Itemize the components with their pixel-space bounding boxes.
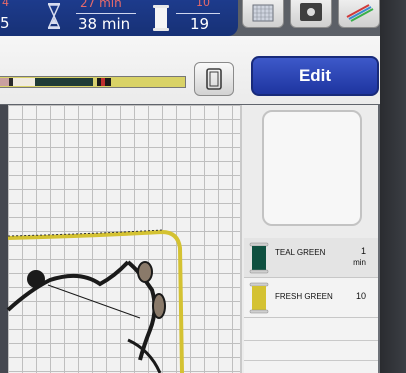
screen-bezel bbox=[380, 0, 406, 373]
list-item[interactable]: TEAL GREEN 1 min bbox=[244, 238, 378, 278]
embroidery-design bbox=[6, 229, 184, 373]
list-divider bbox=[244, 360, 378, 361]
pattern-grid-button[interactable] bbox=[242, 0, 284, 28]
color-spectrum-button[interactable] bbox=[338, 0, 380, 28]
design-whisker bbox=[47, 284, 141, 319]
thread-name: TEAL GREEN bbox=[275, 248, 326, 257]
thread-value: 1 bbox=[360, 246, 366, 256]
thread-spool-icon bbox=[249, 242, 269, 274]
thread-color-list[interactable]: TEAL GREEN 1 min FRESH GREEN 10 bbox=[244, 238, 378, 373]
design-body-stroke bbox=[6, 260, 130, 312]
thread-unit: min bbox=[353, 258, 366, 267]
color-picker-icon bbox=[300, 3, 322, 21]
embroidery-machine-screen: 4 5 27 min 38 min 10 19 Edit TEAL GREEN … bbox=[0, 0, 406, 373]
thread-value: 10 bbox=[355, 291, 366, 301]
design-paw-2 bbox=[152, 293, 166, 319]
color-spectrum-icon bbox=[346, 4, 374, 22]
design-paw-1 bbox=[137, 261, 153, 283]
thread-name: FRESH GREEN bbox=[275, 292, 333, 301]
thread-spool-icon bbox=[249, 282, 269, 314]
list-divider bbox=[244, 340, 378, 341]
design-ear bbox=[27, 270, 45, 288]
list-item[interactable]: FRESH GREEN 10 bbox=[244, 278, 378, 318]
color-picker-button[interactable] bbox=[290, 0, 332, 28]
design-preview bbox=[262, 110, 362, 226]
pattern-grid-icon bbox=[252, 4, 274, 22]
edit-button[interactable]: Edit bbox=[251, 56, 379, 96]
